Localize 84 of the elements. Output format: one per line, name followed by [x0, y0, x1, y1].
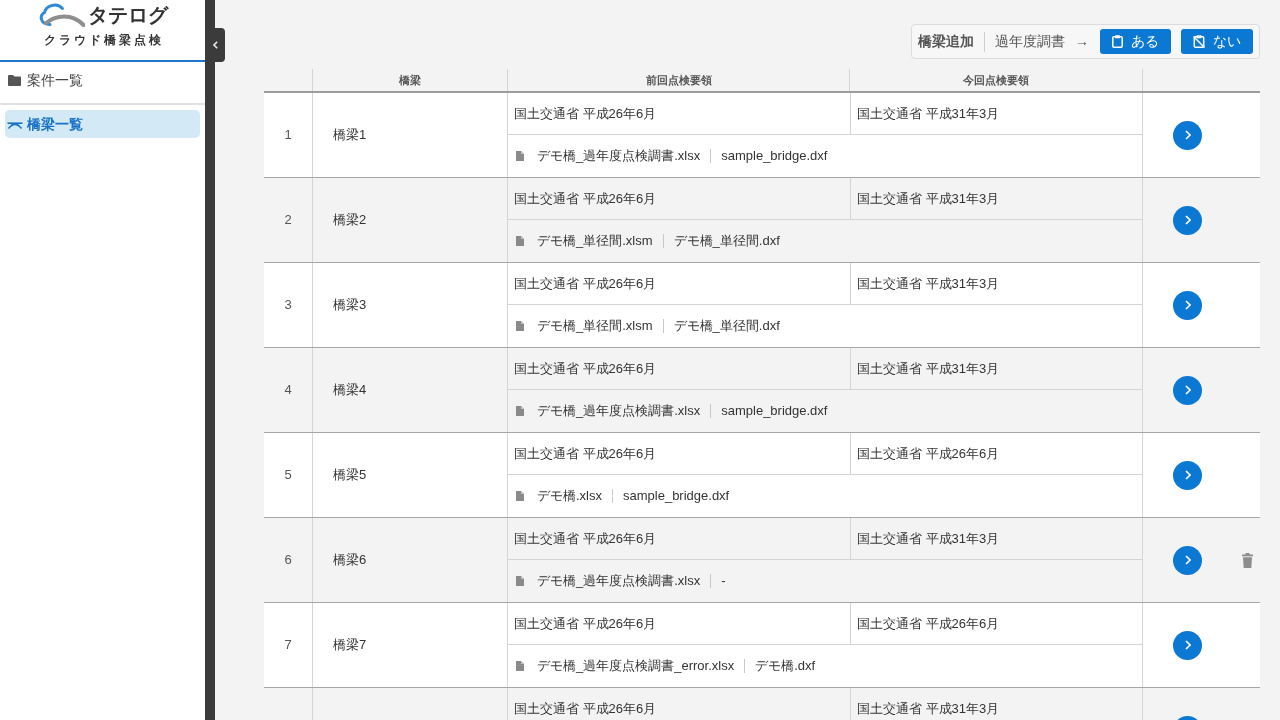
file-name: デモ橋_単径間.dxf	[673, 232, 780, 251]
toolbar-label: 過年度調書	[995, 32, 1065, 51]
open-button[interactable]	[1173, 630, 1202, 660]
nav-item[interactable]: 橋梁一覧	[5, 110, 200, 138]
nav-item[interactable]: 案件一覧	[5, 66, 200, 94]
file-name: デモ橋_単径間.xlsm	[537, 232, 653, 251]
open-button[interactable]	[1173, 205, 1202, 235]
inspection-standard: 国土交通省 平成31年3月	[857, 359, 1000, 378]
file-name: sample_bridge.dxf	[721, 402, 828, 421]
clipboard-icon	[1112, 35, 1123, 48]
file-name: -	[721, 572, 726, 591]
chevron-right-icon	[1184, 130, 1191, 140]
inspection-standard: 国土交通省 平成26年6月	[857, 614, 1000, 633]
row-number: 4	[284, 381, 292, 400]
file-name: デモ橋_過年度点検調書.xlsx	[537, 402, 701, 421]
arrow-sign: →	[1075, 32, 1089, 51]
report-option-button[interactable]: ある	[1100, 29, 1171, 54]
column-header: 橋梁	[399, 72, 421, 88]
logo-title: タテログ	[88, 3, 168, 28]
row-number: 7	[284, 636, 292, 655]
chevron-right-icon	[1184, 640, 1191, 650]
row-number: 6	[284, 551, 292, 570]
file-icon	[516, 406, 524, 416]
row-number: 2	[284, 211, 292, 230]
chevron-right-icon	[1184, 215, 1191, 225]
bridge-name: 橋梁7	[333, 636, 367, 655]
inspection-standard: 国土交通省 平成26年6月	[514, 614, 657, 633]
open-button[interactable]	[1173, 545, 1202, 575]
inspection-standard: 国土交通省 平成26年6月	[514, 444, 657, 463]
file-icon	[516, 321, 524, 331]
inspection-standard: 国土交通省 平成31年3月	[857, 274, 1000, 293]
row-number: 3	[284, 296, 292, 315]
file-name: sample_bridge.dxf	[623, 487, 730, 506]
bridge-name: 橋梁5	[333, 466, 367, 485]
file-name: デモ橋_単径間.xlsm	[537, 317, 653, 336]
inspection-standard: 国土交通省 平成31年3月	[857, 104, 1000, 123]
file-name: デモ橋.dxf	[755, 657, 816, 676]
column-header: 前回点検要領	[645, 72, 712, 88]
bridge-icon	[7, 119, 23, 129]
chevron-right-icon	[1184, 385, 1191, 395]
open-button[interactable]	[1173, 460, 1202, 490]
trash-icon[interactable]	[1242, 552, 1253, 568]
bridge-name: 橋梁2	[333, 211, 367, 230]
row-number: 1	[284, 126, 292, 145]
inspection-standard: 国土交通省 平成26年6月	[514, 359, 657, 378]
open-button[interactable]	[1173, 290, 1202, 320]
inspection-standard: 国土交通省 平成31年3月	[857, 699, 1000, 718]
open-button[interactable]	[1173, 375, 1202, 405]
inspection-standard: 国土交通省 平成26年6月	[514, 104, 657, 123]
column-header: 今回点検要領	[963, 72, 1029, 88]
chevron-left-icon	[212, 41, 218, 49]
bridge-name: 橋梁3	[333, 296, 367, 315]
file-icon	[516, 491, 524, 501]
logo-subtitle: クラウド橋梁点検	[43, 32, 164, 48]
folder-icon	[8, 74, 21, 86]
file-name: デモ橋_過年度点検調書.xlsx	[537, 572, 701, 591]
inspection-standard: 国土交通省 平成26年6月	[857, 444, 1000, 463]
open-button[interactable]	[1173, 120, 1202, 150]
file-name: デモ橋_単径間.dxf	[673, 317, 780, 336]
file-icon	[516, 576, 524, 586]
file-name: デモ橋.xlsx	[537, 487, 602, 506]
row-number: 5	[284, 466, 292, 485]
bridge-name: 橋梁4	[333, 381, 367, 400]
inspection-standard: 国土交通省 平成26年6月	[514, 274, 657, 293]
inspection-standard: 国土交通省 平成31年3月	[857, 189, 1000, 208]
chevron-right-icon	[1184, 300, 1191, 310]
inspection-standard: 国土交通省 平成26年6月	[514, 189, 657, 208]
bridge-name: 橋梁1	[333, 126, 367, 145]
chevron-right-icon	[1184, 555, 1191, 565]
report-option-button[interactable]: ない	[1181, 29, 1253, 54]
file-icon	[516, 151, 524, 161]
toolbar-title: 橋梁追加	[918, 32, 974, 51]
inspection-standard: 国土交通省 平成26年6月	[514, 529, 657, 548]
crossed-clipboard-icon	[1193, 35, 1205, 48]
bridge-name: 橋梁6	[333, 551, 367, 570]
cloud-logo-icon	[37, 2, 85, 28]
file-name: デモ橋_過年度点検調書_error.xlsx	[537, 657, 735, 676]
file-icon	[516, 661, 524, 671]
file-name: デモ橋_過年度点検調書.xlsx	[537, 147, 701, 166]
file-icon	[516, 236, 524, 246]
inspection-standard: 国土交通省 平成26年6月	[514, 699, 657, 718]
inspection-standard: 国土交通省 平成31年3月	[857, 529, 1000, 548]
file-name: sample_bridge.dxf	[721, 147, 828, 166]
chevron-right-icon	[1184, 470, 1191, 480]
